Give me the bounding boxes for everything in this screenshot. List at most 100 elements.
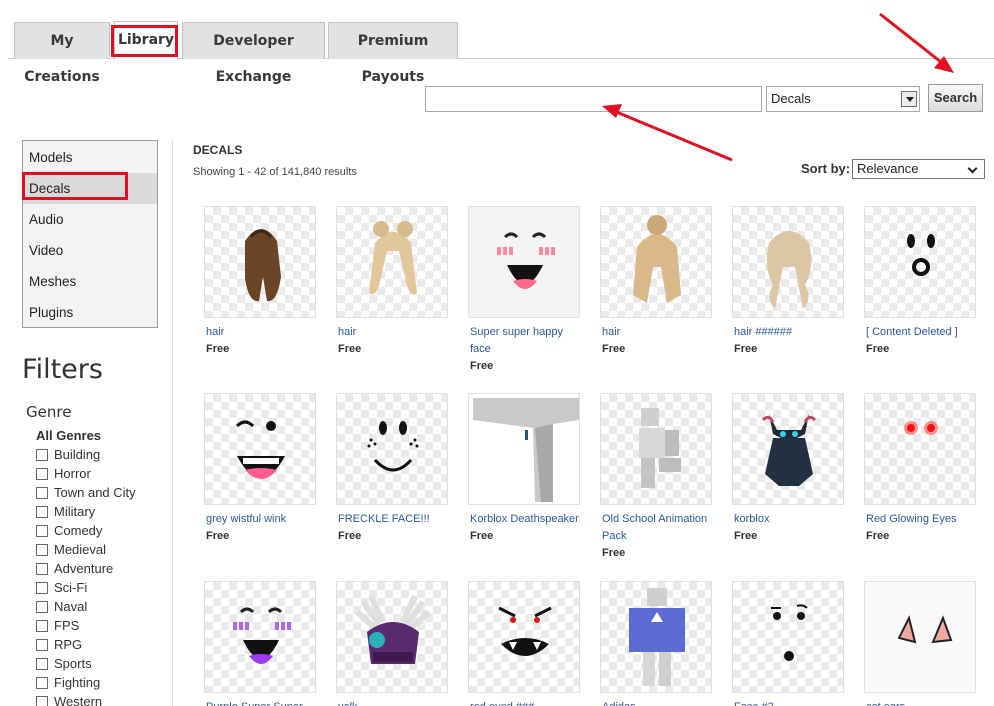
- genre-item[interactable]: Military: [36, 502, 95, 521]
- result-name-link[interactable]: red eyed ###: [468, 699, 580, 706]
- result-card[interactable]: korblox Free: [732, 393, 844, 545]
- result-name-link[interactable]: Old School Animation Pack: [600, 511, 712, 545]
- result-thumbnail[interactable]: [864, 393, 976, 505]
- result-thumbnail[interactable]: [732, 581, 844, 693]
- genre-checkbox[interactable]: [36, 600, 48, 613]
- nav-item-decals[interactable]: Decals: [23, 173, 157, 204]
- genre-item[interactable]: Sci-Fi: [36, 578, 87, 597]
- sort-select[interactable]: Relevance: [852, 159, 985, 179]
- result-card[interactable]: red eyed ###: [468, 581, 580, 706]
- genre-checkbox[interactable]: [36, 543, 48, 556]
- result-name-link[interactable]: hair: [204, 324, 316, 341]
- result-name-link[interactable]: Adidas: [600, 699, 712, 706]
- result-card[interactable]: hair Free: [204, 206, 316, 358]
- result-card[interactable]: cat ears: [864, 581, 976, 706]
- result-card[interactable]: Purple Super Super: [204, 581, 316, 706]
- result-thumbnail[interactable]: [600, 581, 712, 693]
- result-thumbnail[interactable]: [468, 581, 580, 693]
- result-name-link[interactable]: Super super happy face: [468, 324, 580, 358]
- result-name-link[interactable]: Red Glowing Eyes: [864, 511, 976, 528]
- result-thumbnail[interactable]: [468, 206, 580, 318]
- result-name-link[interactable]: hair: [600, 324, 712, 341]
- genre-item[interactable]: Naval: [36, 597, 87, 616]
- genre-checkbox[interactable]: [36, 448, 48, 461]
- genre-item[interactable]: Western: [36, 692, 102, 706]
- result-card[interactable]: [ Content Deleted ] Free: [864, 206, 976, 358]
- result-name-link[interactable]: korblox: [732, 511, 844, 528]
- result-name-link[interactable]: Face #2: [732, 699, 844, 706]
- result-name-link[interactable]: hair: [336, 324, 448, 341]
- genre-checkbox[interactable]: [36, 619, 48, 632]
- nav-item-plugins[interactable]: Plugins: [23, 297, 157, 328]
- chevron-down-icon[interactable]: [901, 91, 917, 107]
- result-thumbnail[interactable]: [336, 393, 448, 505]
- genre-item[interactable]: Town and City: [36, 483, 136, 502]
- all-genres-link[interactable]: All Genres: [36, 428, 101, 443]
- result-name-link[interactable]: [ Content Deleted ]: [864, 324, 976, 341]
- result-card[interactable]: grey wistful wink Free: [204, 393, 316, 545]
- tab-library[interactable]: Library: [114, 21, 178, 59]
- result-card[interactable]: Old School Animation Pack Free: [600, 393, 712, 562]
- genre-item[interactable]: FPS: [36, 616, 79, 635]
- result-name-link[interactable]: FRECKLE FACE!!!: [336, 511, 448, 528]
- result-card[interactable]: valk: [336, 581, 448, 706]
- result-card[interactable]: Korblox Deathspeaker Free: [468, 393, 580, 545]
- result-thumbnail[interactable]: [468, 393, 580, 505]
- genre-item[interactable]: Sports: [36, 654, 92, 673]
- genre-item[interactable]: Comedy: [36, 521, 102, 540]
- search-button[interactable]: Search: [928, 84, 983, 112]
- result-card[interactable]: hair Free: [600, 206, 712, 358]
- tab-my-creations[interactable]: My Creations: [14, 22, 110, 85]
- genre-item[interactable]: RPG: [36, 635, 82, 654]
- result-card[interactable]: Super super happy face Free: [468, 206, 580, 375]
- result-card[interactable]: Red Glowing Eyes Free: [864, 393, 976, 545]
- result-thumbnail[interactable]: [204, 206, 316, 318]
- result-card[interactable]: hair ###### Free: [732, 206, 844, 358]
- genre-checkbox[interactable]: [36, 562, 48, 575]
- result-thumbnail[interactable]: [864, 581, 976, 693]
- result-thumbnail[interactable]: [204, 581, 316, 693]
- genre-checkbox[interactable]: [36, 695, 48, 706]
- result-name-link[interactable]: grey wistful wink: [204, 511, 316, 528]
- genre-item[interactable]: Adventure: [36, 559, 113, 578]
- result-name-link[interactable]: Purple Super Super: [204, 699, 316, 706]
- result-card[interactable]: hair Free: [336, 206, 448, 358]
- result-thumbnail[interactable]: [336, 206, 448, 318]
- nav-item-video[interactable]: Video: [23, 235, 157, 266]
- genre-checkbox[interactable]: [36, 505, 48, 518]
- result-name-link[interactable]: hair ######: [732, 324, 844, 341]
- tab-developer-exchange[interactable]: Developer Exchange: [182, 22, 325, 85]
- nav-item-meshes[interactable]: Meshes: [23, 266, 157, 297]
- result-thumbnail[interactable]: [732, 393, 844, 505]
- result-name-link[interactable]: cat ears: [864, 699, 976, 706]
- result-thumbnail[interactable]: [864, 206, 976, 318]
- genre-item[interactable]: Building: [36, 445, 100, 464]
- result-thumbnail[interactable]: [600, 393, 712, 505]
- result-thumbnail[interactable]: [600, 206, 712, 318]
- result-thumbnail[interactable]: [336, 581, 448, 693]
- genre-checkbox[interactable]: [36, 581, 48, 594]
- genre-checkbox[interactable]: [36, 638, 48, 651]
- genre-checkbox[interactable]: [36, 676, 48, 689]
- result-card[interactable]: FRECKLE FACE!!! Free: [336, 393, 448, 545]
- genre-checkbox[interactable]: [36, 486, 48, 499]
- genre-checkbox[interactable]: [36, 467, 48, 480]
- nav-item-models[interactable]: Models: [23, 142, 157, 173]
- tab-premium-payouts[interactable]: Premium Payouts: [328, 22, 458, 85]
- result-thumbnail[interactable]: [732, 206, 844, 318]
- genre-item[interactable]: Medieval: [36, 540, 106, 559]
- genre-item[interactable]: Horror: [36, 464, 91, 483]
- result-name-link[interactable]: valk: [336, 699, 448, 706]
- category-select[interactable]: Decals: [766, 86, 920, 112]
- nav-item-audio[interactable]: Audio: [23, 204, 157, 235]
- result-card[interactable]: Adidas: [600, 581, 712, 706]
- result-thumbnail[interactable]: [204, 393, 316, 505]
- valkyrie-helm-icon: [355, 594, 431, 664]
- genre-item[interactable]: Fighting: [36, 673, 100, 692]
- genre-checkbox[interactable]: [36, 524, 48, 537]
- genre-label: Comedy: [54, 523, 103, 538]
- result-name-link[interactable]: Korblox Deathspeaker: [468, 511, 580, 528]
- genre-checkbox[interactable]: [36, 657, 48, 670]
- result-card[interactable]: Face #2: [732, 581, 844, 706]
- search-input[interactable]: [425, 86, 762, 112]
